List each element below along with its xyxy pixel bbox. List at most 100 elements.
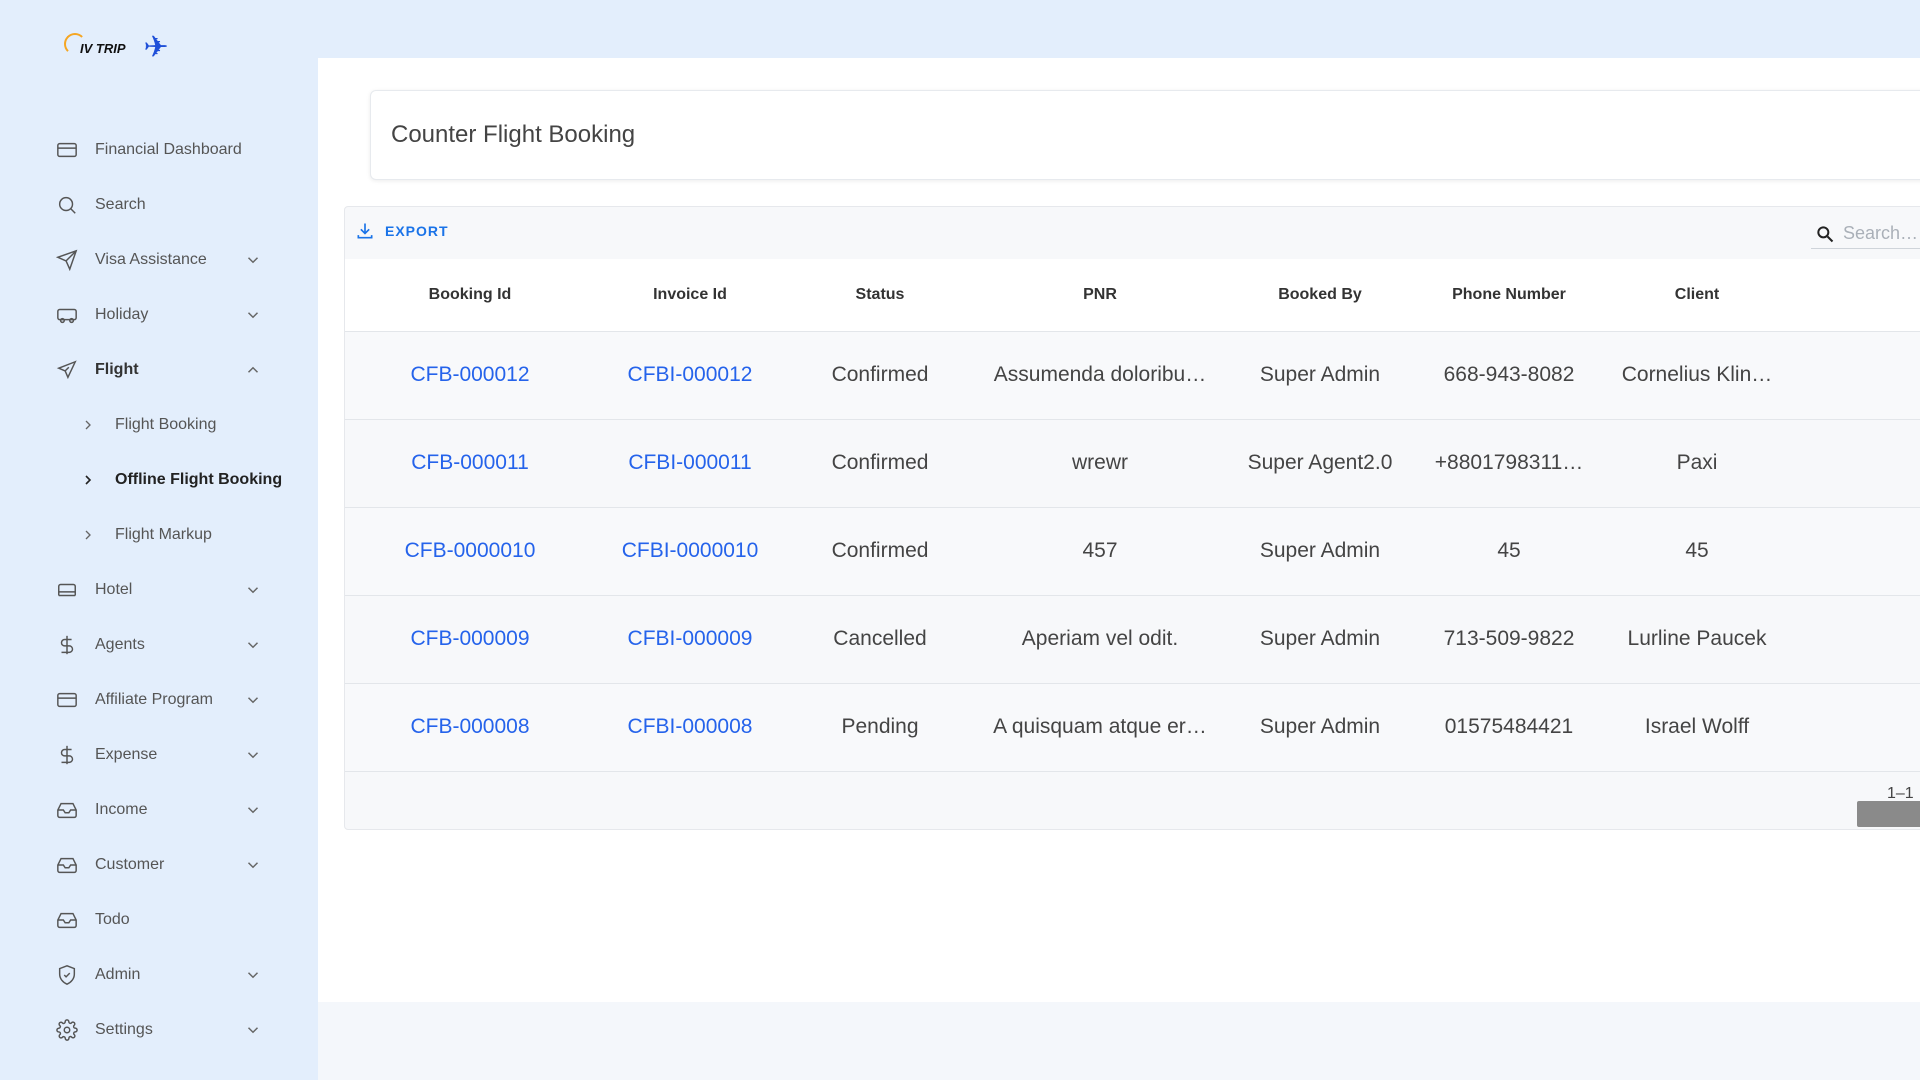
phone-cell: 45 bbox=[1415, 507, 1603, 596]
sidebar-subitem-label: Flight Markup bbox=[115, 525, 212, 543]
dollar-icon bbox=[55, 743, 79, 767]
search-icon bbox=[55, 193, 79, 217]
gear-icon bbox=[55, 1018, 79, 1042]
column-header-booked-by[interactable]: Booked By bbox=[1225, 259, 1415, 332]
sidebar-item-holiday[interactable]: Holiday bbox=[0, 287, 318, 342]
sidebar-item-visa-assistance[interactable]: Visa Assistance bbox=[0, 232, 318, 287]
pnr-cell: 457 bbox=[975, 507, 1225, 596]
sidebar-item-admin[interactable]: Admin bbox=[0, 947, 318, 1002]
column-header-status[interactable]: Status bbox=[785, 259, 975, 332]
send-icon bbox=[55, 248, 79, 272]
sidebar-item-label: Affiliate Program bbox=[95, 690, 213, 708]
sidebar-item-income[interactable]: Income bbox=[0, 782, 318, 837]
horizontal-scrollbar[interactable] bbox=[1857, 801, 1920, 827]
column-header-invoice-id[interactable]: Invoice Id bbox=[595, 259, 785, 332]
sidebar-item-label: Search bbox=[95, 195, 146, 213]
invoice-id-link[interactable]: CFBI-000011 bbox=[595, 419, 785, 508]
sidebar-item-search[interactable]: Search bbox=[0, 177, 318, 232]
pnr-cell: wrewr bbox=[975, 419, 1225, 508]
chevron-down-icon bbox=[247, 971, 259, 978]
table-row[interactable]: CFB-0000010 CFBI-0000010 Confirmed 457 S… bbox=[345, 507, 1920, 596]
sidebar-item-label: Settings bbox=[95, 1020, 153, 1038]
sidebar-item-customer[interactable]: Customer bbox=[0, 837, 318, 892]
column-header-client[interactable]: Client bbox=[1603, 259, 1791, 332]
client-cell: Israel Wolff bbox=[1603, 683, 1791, 772]
search-input[interactable] bbox=[1843, 223, 1920, 244]
chevron-up-icon bbox=[247, 366, 259, 373]
booked-by-cell: Super Admin bbox=[1225, 683, 1415, 772]
table-footer: 1–1 bbox=[345, 763, 1920, 829]
shield-icon bbox=[55, 963, 79, 987]
inbox-icon bbox=[55, 908, 79, 932]
phone-cell: 668-943-8082 bbox=[1415, 331, 1603, 420]
sidebar-item-hotel[interactable]: Hotel bbox=[0, 562, 318, 617]
pnr-cell: Aperiam vel odit. bbox=[975, 595, 1225, 684]
bookings-table-card: EXPORT Booking Id Invoice Id Status PNR … bbox=[344, 206, 1920, 830]
chevron-right-icon bbox=[85, 530, 91, 539]
booking-id-link[interactable]: CFB-000012 bbox=[345, 331, 595, 420]
sidebar-item-settings[interactable]: Settings bbox=[0, 1002, 318, 1057]
table-row[interactable]: CFB-000009 CFBI-000009 Cancelled Aperiam… bbox=[345, 595, 1920, 684]
brand-logo[interactable]: IV TRIP ✈ bbox=[64, 26, 194, 70]
invoice-id-link[interactable]: CFBI-000012 bbox=[595, 331, 785, 420]
column-header-phone-number[interactable]: Phone Number bbox=[1415, 259, 1603, 332]
export-button[interactable]: EXPORT bbox=[355, 221, 449, 241]
sidebar-item-label: Hotel bbox=[95, 580, 133, 598]
sidebar-item-label: Customer bbox=[95, 855, 165, 873]
booking-id-link[interactable]: CFB-000008 bbox=[345, 683, 595, 772]
booked-by-cell: Super Admin bbox=[1225, 595, 1415, 684]
pnr-cell: A quisquam atque er… bbox=[975, 683, 1225, 772]
chevron-right-icon bbox=[85, 474, 92, 485]
page-title: Counter Flight Booking bbox=[391, 121, 636, 148]
sidebar-item-expense[interactable]: Expense bbox=[0, 727, 318, 782]
sidebar-item-financial-dashboard[interactable]: Financial Dashboard bbox=[0, 122, 318, 177]
table-row[interactable]: CFB-000012 CFBI-000012 Confirmed Assumen… bbox=[345, 331, 1920, 420]
booking-id-link[interactable]: CFB-0000010 bbox=[345, 507, 595, 596]
sidebar-subitem-flight-markup[interactable]: Flight Markup bbox=[0, 507, 318, 562]
sidebar-item-flight[interactable]: Flight bbox=[0, 342, 318, 397]
client-cell: Cornelius Klin… bbox=[1603, 331, 1791, 420]
table-row[interactable]: CFB-000011 CFBI-000011 Confirmed wrewr S… bbox=[345, 419, 1920, 508]
actions-cell bbox=[1791, 419, 1920, 508]
status-cell: Confirmed bbox=[785, 331, 975, 420]
bookings-table: Booking Id Invoice Id Status PNR Booked … bbox=[345, 259, 1920, 772]
sidebar-item-agents[interactable]: Agents bbox=[0, 617, 318, 672]
sidebar-item-todo[interactable]: Todo bbox=[0, 892, 318, 947]
booked-by-cell: Super Admin bbox=[1225, 507, 1415, 596]
export-label: EXPORT bbox=[385, 223, 449, 239]
sidebar-item-label: Expense bbox=[95, 745, 158, 763]
sidebar-item-label: Financial Dashboard bbox=[95, 140, 242, 158]
sidebar-item-affiliate-program[interactable]: Affiliate Program bbox=[0, 672, 318, 727]
chevron-down-icon bbox=[247, 861, 259, 868]
chevron-right-icon bbox=[85, 420, 91, 429]
column-header-booking-id[interactable]: Booking Id bbox=[345, 259, 595, 332]
sidebar-nav: Financial Dashboard Search Visa Assistan… bbox=[0, 122, 318, 1057]
client-cell: Paxi bbox=[1603, 419, 1791, 508]
chevron-down-icon bbox=[247, 751, 259, 758]
booked-by-cell: Super Agent2.0 bbox=[1225, 419, 1415, 508]
sidebar-item-label: Holiday bbox=[95, 305, 149, 323]
booking-id-link[interactable]: CFB-000009 bbox=[345, 595, 595, 684]
column-header-pnr[interactable]: PNR bbox=[975, 259, 1225, 332]
actions-cell bbox=[1791, 683, 1920, 772]
client-cell: Lurline Paucek bbox=[1603, 595, 1791, 684]
sidebar-item-label: Visa Assistance bbox=[95, 250, 207, 268]
invoice-id-link[interactable]: CFBI-0000010 bbox=[595, 507, 785, 596]
chevron-down-icon bbox=[247, 641, 259, 648]
sidebar-subitem-offline-flight-booking[interactable]: Offline Flight Booking bbox=[0, 452, 318, 507]
sidebar-subitem-label: Flight Booking bbox=[115, 415, 217, 433]
logo-text: IV TRIP bbox=[64, 32, 126, 56]
download-icon bbox=[357, 223, 373, 239]
inbox-icon bbox=[55, 798, 79, 822]
invoice-id-link[interactable]: CFBI-000009 bbox=[595, 595, 785, 684]
chevron-down-icon bbox=[247, 1026, 259, 1033]
table-row[interactable]: CFB-000008 CFBI-000008 Pending A quisqua… bbox=[345, 683, 1920, 772]
invoice-id-link[interactable]: CFBI-000008 bbox=[595, 683, 785, 772]
phone-cell: 713-509-9822 bbox=[1415, 595, 1603, 684]
booking-id-link[interactable]: CFB-000011 bbox=[345, 419, 595, 508]
page-header-card: Counter Flight Booking bbox=[370, 90, 1920, 180]
column-header-actions bbox=[1791, 259, 1920, 332]
credit-card-icon bbox=[55, 688, 79, 712]
footer-band bbox=[318, 1002, 1920, 1080]
sidebar-subitem-flight-booking[interactable]: Flight Booking bbox=[0, 397, 318, 452]
